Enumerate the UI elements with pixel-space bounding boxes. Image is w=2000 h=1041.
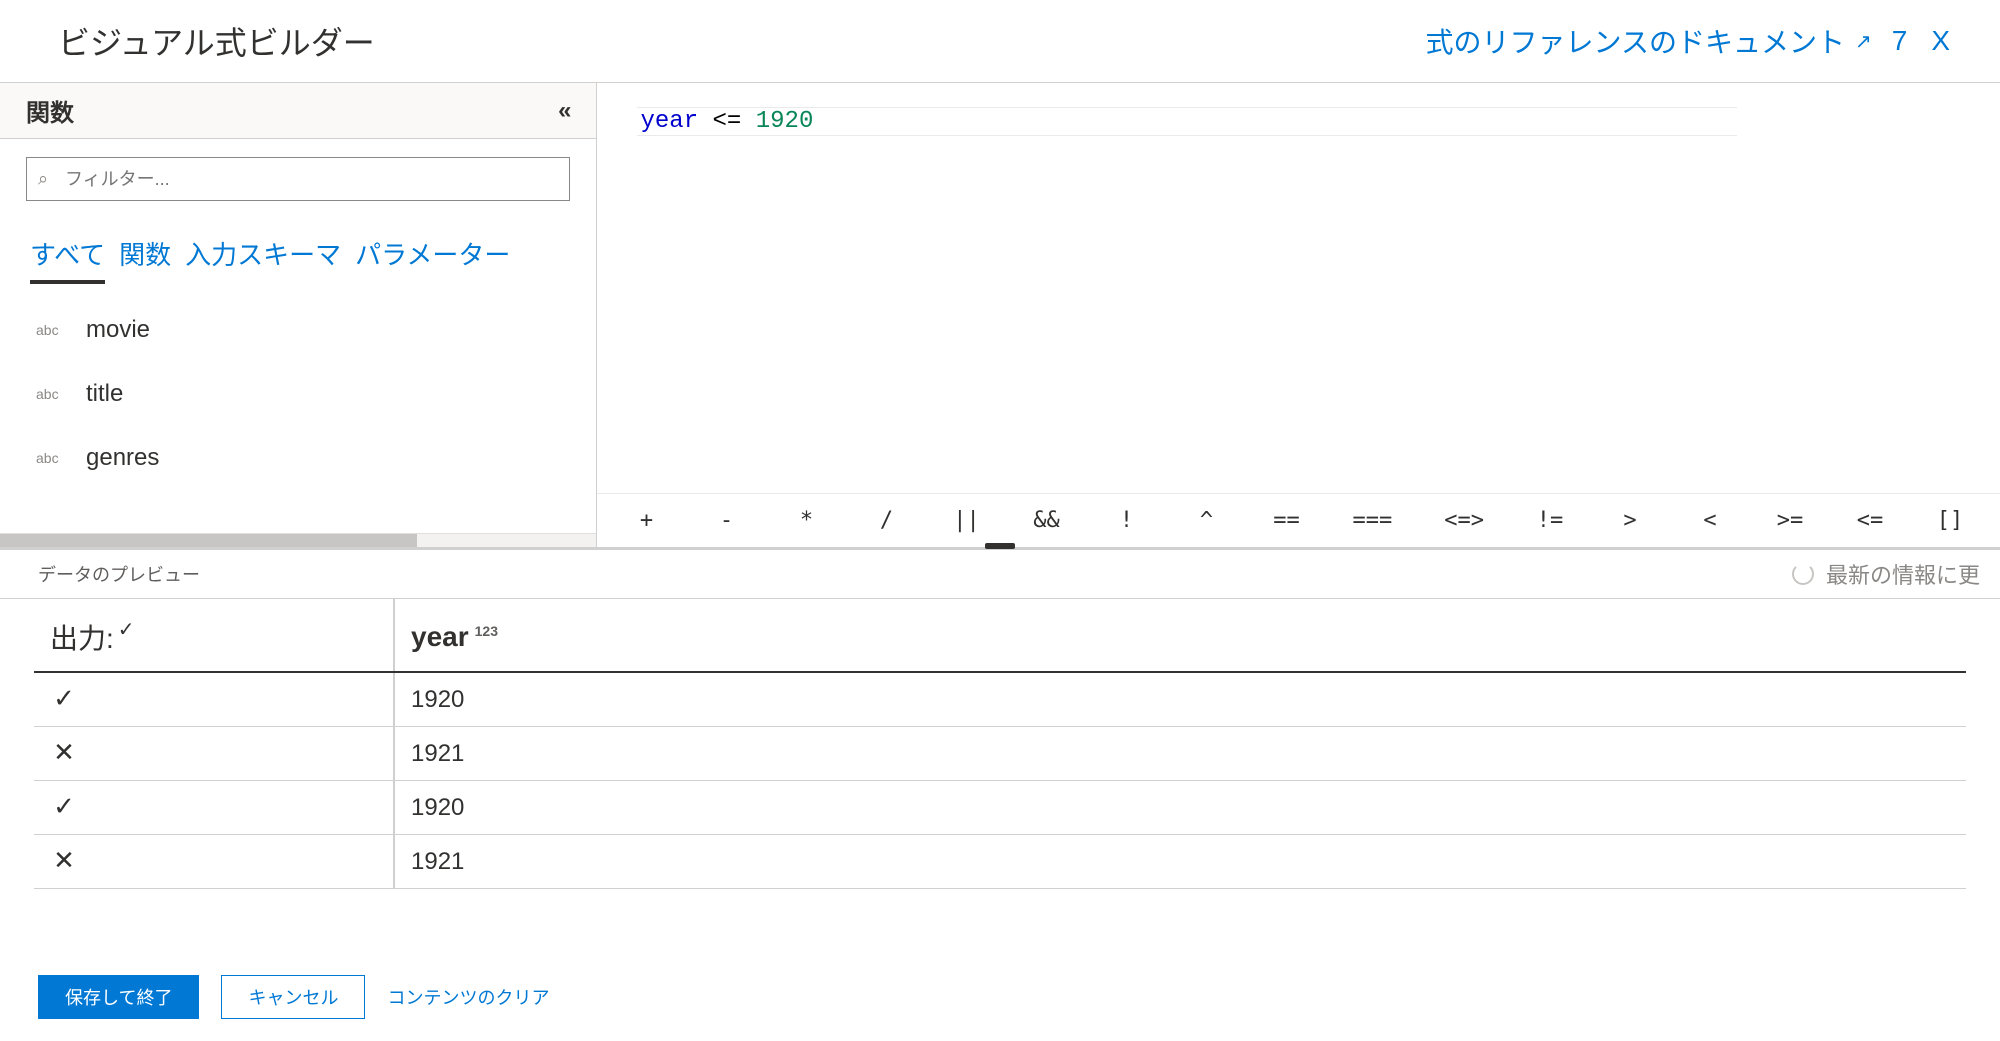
docs-link[interactable]: 式のリファレンスのドキュメント ↗ 7 X bbox=[1426, 21, 1950, 61]
functions-sidebar: 関数 « ⌕ すべて 関数 入力スキーマ パラメーター abc movie ab… bbox=[0, 83, 597, 547]
type-badge: abc bbox=[36, 322, 66, 338]
table-row[interactable]: 1920 bbox=[34, 781, 1966, 835]
code-token-field: year bbox=[641, 108, 699, 135]
data-preview: データのプレビュー 最新の情報に更 出力:✓ year123 bbox=[0, 549, 2000, 919]
save-button[interactable]: 保存して終了 bbox=[38, 975, 199, 1019]
cross-icon bbox=[50, 847, 78, 873]
preview-toolbar: データのプレビュー 最新の情報に更 bbox=[0, 550, 2000, 599]
operator-toolbar: + - * / || && ! ^ == === <=> != > < >= <… bbox=[597, 493, 2000, 547]
op-minus[interactable]: - bbox=[713, 508, 741, 533]
op-mult[interactable]: * bbox=[793, 508, 821, 533]
op-lte[interactable]: <= bbox=[1856, 508, 1884, 533]
op-div[interactable]: / bbox=[873, 508, 901, 533]
code-token-num: 1920 bbox=[756, 108, 814, 135]
footer-actions: 保存して終了 キャンセル コンテンツのクリア bbox=[0, 953, 2000, 1041]
cross-icon bbox=[50, 739, 78, 765]
refresh-label: 最新の情報に更 bbox=[1826, 558, 1980, 590]
close-icon[interactable]: X bbox=[1931, 25, 1950, 57]
op-eq[interactable]: == bbox=[1273, 508, 1301, 533]
sidebar-title: 関数 bbox=[26, 93, 74, 128]
table-row[interactable]: 1920 bbox=[34, 672, 1966, 727]
type-badge: abc bbox=[36, 386, 66, 402]
refresh-button[interactable]: 最新の情報に更 bbox=[1792, 558, 1980, 590]
op-caret[interactable]: ^ bbox=[1193, 508, 1221, 533]
preview-table: 出力:✓ year123 1920 1921 1 bbox=[34, 599, 1966, 889]
header-bar: ビジュアル式ビルダー 式のリファレンスのドキュメント ↗ 7 X bbox=[0, 0, 2000, 83]
preview-label: データのプレビュー bbox=[38, 561, 200, 587]
op-eqeq[interactable]: === bbox=[1353, 508, 1393, 533]
op-not[interactable]: ! bbox=[1113, 508, 1141, 533]
check-icon bbox=[50, 793, 78, 819]
expression-editor-pane: year <= 1920 + - * / || && ! ^ == === <=… bbox=[597, 83, 2000, 547]
op-lt[interactable]: < bbox=[1696, 508, 1724, 533]
schema-list: abc movie abc title abc genres bbox=[0, 290, 596, 472]
sidebar-tabs: すべて 関数 入力スキーマ パラメーター bbox=[0, 207, 596, 290]
check-icon: ✓ bbox=[118, 619, 135, 641]
table-row[interactable]: 1921 bbox=[34, 835, 1966, 889]
collapse-icon[interactable]: « bbox=[558, 97, 567, 125]
schema-item-label: title bbox=[86, 380, 123, 408]
check-icon bbox=[50, 685, 78, 711]
schema-item[interactable]: abc title bbox=[36, 380, 576, 408]
sidebar-header: 関数 « bbox=[0, 83, 596, 139]
window-count: 7 bbox=[1892, 25, 1908, 57]
op-neq[interactable]: != bbox=[1536, 508, 1564, 533]
refresh-icon bbox=[1792, 563, 1814, 585]
tab-parameters[interactable]: パラメーター bbox=[355, 235, 510, 284]
op-or[interactable]: || bbox=[953, 508, 981, 533]
schema-item-label: genres bbox=[86, 444, 159, 472]
schema-item[interactable]: abc movie bbox=[36, 316, 576, 344]
cell-year: 1920 bbox=[394, 672, 1966, 727]
code-token-op: <= bbox=[713, 108, 742, 135]
table-row[interactable]: 1921 bbox=[34, 727, 1966, 781]
tab-input-schema[interactable]: 入力スキーマ bbox=[185, 235, 341, 284]
builder-body: 関数 « ⌕ すべて 関数 入力スキーマ パラメーター abc movie ab… bbox=[0, 83, 2000, 549]
cell-year: 1920 bbox=[394, 781, 1966, 835]
clear-contents-link[interactable]: コンテンツのクリア bbox=[387, 984, 549, 1010]
op-spaceship[interactable]: <=> bbox=[1444, 508, 1484, 533]
cell-year: 1921 bbox=[394, 727, 1966, 781]
page-title: ビジュアル式ビルダー bbox=[58, 18, 375, 64]
sidebar-scrollbar[interactable] bbox=[0, 533, 596, 547]
filter-input[interactable] bbox=[26, 157, 570, 201]
tab-functions[interactable]: 関数 bbox=[119, 235, 171, 284]
column-header-year[interactable]: year123 bbox=[394, 599, 1966, 672]
docs-link-label: 式のリファレンスのドキュメント bbox=[1426, 21, 1845, 61]
schema-item-label: movie bbox=[86, 316, 150, 344]
cell-year: 1921 bbox=[394, 835, 1966, 889]
scrollbar-thumb[interactable] bbox=[0, 534, 417, 547]
expression-editor[interactable]: year <= 1920 bbox=[597, 83, 2000, 493]
cancel-button[interactable]: キャンセル bbox=[221, 975, 365, 1019]
column-header-output[interactable]: 出力:✓ bbox=[34, 599, 394, 672]
search-icon: ⌕ bbox=[38, 169, 48, 190]
op-plus[interactable]: + bbox=[633, 508, 661, 533]
splitter-handle[interactable] bbox=[985, 543, 1015, 549]
schema-item[interactable]: abc genres bbox=[36, 444, 576, 472]
tab-all[interactable]: すべて bbox=[30, 235, 105, 284]
op-and[interactable]: && bbox=[1033, 508, 1061, 533]
type-badge: abc bbox=[36, 450, 66, 466]
op-gt[interactable]: > bbox=[1616, 508, 1644, 533]
op-brackets[interactable]: [] bbox=[1936, 508, 1964, 533]
op-gte[interactable]: >= bbox=[1776, 508, 1804, 533]
external-link-icon: ↗ bbox=[1855, 29, 1870, 54]
